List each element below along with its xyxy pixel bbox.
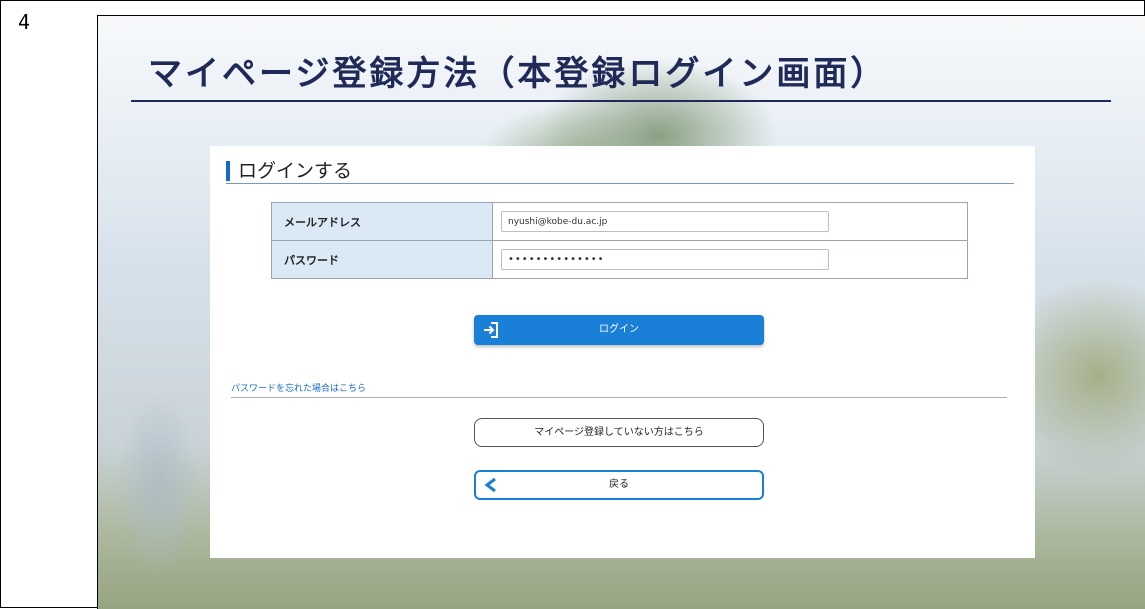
email-field[interactable]: nyushi@kobe-du.ac.jp	[501, 211, 829, 232]
heading-divider	[226, 183, 1014, 184]
back-button[interactable]: 戻る	[474, 470, 764, 500]
title-underline	[131, 100, 1111, 102]
forgot-divider	[231, 397, 1007, 398]
email-row: メールアドレス nyushi@kobe-du.ac.jp	[271, 202, 968, 241]
password-field[interactable]: ••••••••••••••	[501, 249, 829, 270]
password-label: パスワード	[271, 240, 493, 279]
password-cell: ••••••••••••••	[492, 240, 968, 279]
back-button-label: 戻る	[609, 479, 629, 490]
register-button[interactable]: マイページ登録していない方はこちら	[474, 418, 764, 447]
login-form-table: メールアドレス nyushi@kobe-du.ac.jp パスワード •••••…	[271, 202, 968, 279]
login-button-label: ログイン	[599, 324, 639, 335]
slide-title: マイページ登録方法（本登録ログイン画面）	[148, 54, 888, 94]
panel-heading: ログインする	[226, 161, 352, 181]
login-button[interactable]: ログイン	[474, 315, 764, 345]
page-number: 4	[18, 10, 31, 34]
email-cell: nyushi@kobe-du.ac.jp	[492, 202, 968, 241]
email-label: メールアドレス	[271, 202, 493, 241]
login-panel: ログインする メールアドレス nyushi@kobe-du.ac.jp パスワー…	[210, 146, 1035, 558]
slide: マイページ登録方法（本登録ログイン画面） ログインする メールアドレス nyus…	[97, 15, 1145, 609]
password-row: パスワード ••••••••••••••	[271, 240, 968, 279]
forgot-password-link[interactable]: パスワードを忘れた場合はこちら	[231, 381, 366, 394]
